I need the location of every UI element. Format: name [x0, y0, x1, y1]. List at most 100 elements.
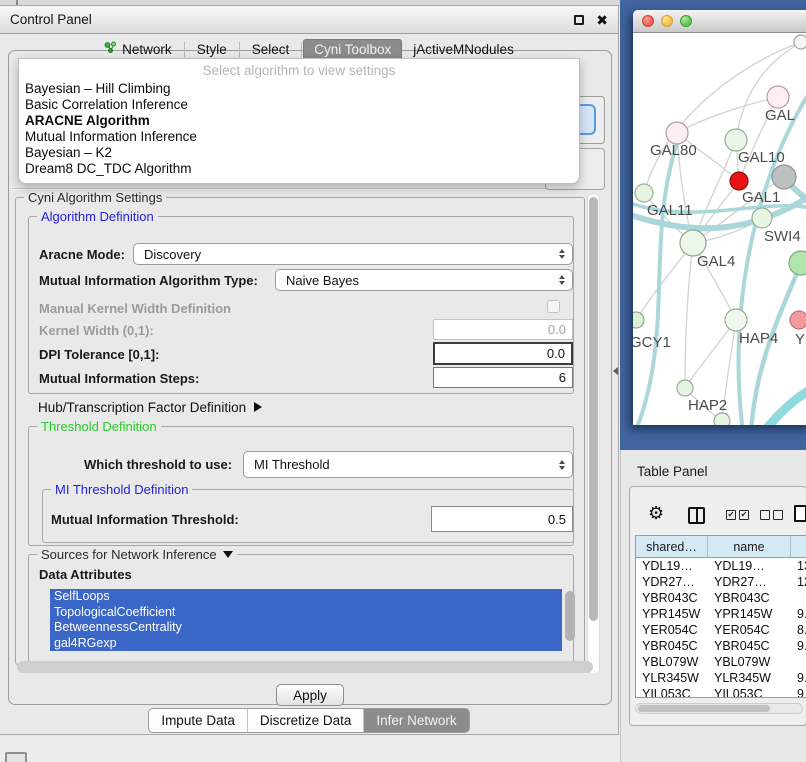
column-header[interactable]	[791, 536, 806, 557]
attribute-item[interactable]: SelfLoops	[50, 589, 562, 605]
sources-title[interactable]: Sources for Network Inference	[37, 547, 237, 562]
network-node-hap2[interactable]	[677, 380, 693, 396]
hub-definition-expander[interactable]: Hub/Transcription Factor Definition	[38, 400, 262, 415]
tab-network[interactable]: Network	[93, 38, 183, 60]
table-cell[interactable]: YLR345W	[636, 670, 708, 686]
table-cell[interactable]: 9.	[791, 638, 806, 654]
attribute-item[interactable]: BetweennessCentrality	[50, 620, 562, 636]
algorithm-option[interactable]: ARACNE Algorithm	[19, 113, 579, 129]
network-node-gal[interactable]	[767, 86, 789, 108]
which-threshold-select[interactable]: MI Threshold	[243, 451, 573, 478]
table-row[interactable]: YDR27…YDR27…12	[636, 574, 806, 590]
table-cell[interactable]: YBR043C	[708, 590, 791, 606]
algorithm-option[interactable]: Basic Correlation Inference	[19, 97, 579, 113]
zoom-traffic-light-icon[interactable]	[680, 15, 692, 27]
apply-button[interactable]: Apply	[276, 684, 344, 706]
table-cell[interactable]	[791, 654, 806, 670]
network-node-hap4[interactable]	[725, 309, 747, 331]
mi-type-select[interactable]: Naive Bayes	[275, 269, 573, 291]
close-traffic-light-icon[interactable]	[642, 15, 654, 27]
tab-select[interactable]: Select	[241, 39, 301, 60]
network-node-gal11[interactable]	[635, 184, 653, 202]
checked-checkbox-icon[interactable]: ✔	[726, 510, 736, 520]
network-node[interactable]	[794, 35, 806, 49]
network-node-y[interactable]	[790, 311, 806, 329]
document-icon[interactable]	[794, 505, 806, 522]
table-row[interactable]: YBL079WYBL079W	[636, 654, 806, 670]
unchecked-checkbox-icon[interactable]	[773, 510, 783, 520]
network-node-gal80[interactable]	[666, 122, 688, 144]
bottom-tab-discretize-data[interactable]: Discretize Data	[248, 709, 365, 732]
minimize-traffic-light-icon[interactable]	[661, 15, 673, 27]
table-cell[interactable]: YBL079W	[708, 654, 791, 670]
minimized-window-icon[interactable]	[5, 752, 27, 762]
network-node[interactable]	[772, 165, 796, 189]
network-node-swi4[interactable]	[752, 208, 772, 228]
table-row[interactable]: YDL19…YDL19…13	[636, 558, 806, 574]
table-cell[interactable]: YDR27…	[636, 574, 708, 590]
table-cell[interactable]: YLR345W	[708, 670, 791, 686]
panel-splitter-handle[interactable]	[613, 367, 618, 375]
algorithm-option[interactable]: Bayesian – K2	[19, 145, 579, 161]
table-row[interactable]: YER054CYER054C8.	[636, 622, 806, 638]
table-cell[interactable]: 13	[791, 558, 806, 574]
dpi-tolerance-field[interactable]: 0.0	[433, 342, 573, 365]
table-cell[interactable]: YBR043C	[636, 590, 708, 606]
table-cell[interactable]: YDL19…	[708, 558, 791, 574]
network-node[interactable]	[714, 413, 730, 425]
table-cell[interactable]: 12	[791, 574, 806, 590]
float-window-icon[interactable]	[574, 15, 584, 25]
table-cell[interactable]: 9.	[791, 606, 806, 622]
table-cell[interactable]: YDR27…	[708, 574, 791, 590]
close-icon[interactable]: ✖	[596, 13, 608, 27]
checked-checkbox-icon[interactable]: ✔	[739, 510, 749, 520]
column-header[interactable]: name	[708, 536, 791, 557]
table-cell[interactable]: YER054C	[708, 622, 791, 638]
network-node[interactable]	[789, 251, 806, 275]
algorithm-option[interactable]: Dream8 DC_TDC Algorithm	[19, 161, 579, 177]
table-row[interactable]: YPR145WYPR145W9.	[636, 606, 806, 622]
table-cell[interactable]: YPR145W	[636, 606, 708, 622]
algorithm-option[interactable]: Mutual Information Inference	[19, 129, 579, 145]
table-row[interactable]: YBR045CYBR045C9.	[636, 638, 806, 654]
table-row[interactable]: YIL053CYIL053C9	[636, 686, 806, 698]
bottom-tab-infer-network[interactable]: Infer Network	[364, 709, 468, 732]
table-cell[interactable]: YPR145W	[708, 606, 791, 622]
columns-icon[interactable]	[688, 507, 705, 524]
mi-steps-field[interactable]: 6	[433, 367, 573, 388]
vertical-scrollbar-thumb[interactable]	[589, 197, 598, 621]
network-node-gcy1[interactable]	[633, 312, 644, 328]
table-cell[interactable]: YBL079W	[636, 654, 708, 670]
mi-threshold-field[interactable]: 0.5	[431, 506, 573, 532]
table-horizontal-scrollbar[interactable]	[635, 703, 803, 714]
manual-kernel-checkbox[interactable]	[547, 300, 560, 313]
tab-cyni-toolbox[interactable]: Cyni Toolbox	[303, 39, 402, 60]
kernel-width-field[interactable]: 0.0	[433, 319, 573, 340]
table-cell[interactable]: YBR045C	[636, 638, 708, 654]
attribute-item[interactable]: TopologicalCoefficient	[50, 605, 562, 621]
table-cell[interactable]: YDL19…	[636, 558, 708, 574]
settings-horizontal-scrollbar[interactable]	[17, 661, 593, 673]
table-cell[interactable]: 8.	[791, 622, 806, 638]
tab-style[interactable]: Style	[186, 39, 238, 60]
bottom-tab-impute-data[interactable]: Impute Data	[149, 709, 248, 732]
list-scrollbar-thumb[interactable]	[565, 591, 575, 641]
column-header[interactable]: shared…	[636, 536, 708, 557]
table-row[interactable]: YBR043CYBR043C	[636, 590, 806, 606]
table-cell[interactable]: YIL053C	[708, 686, 791, 698]
table-cell[interactable]: 9.	[791, 670, 806, 686]
table-row[interactable]: YLR345WYLR345W9.	[636, 670, 806, 686]
network-canvas[interactable]: GALGAL80GAL10GAL1GAL11SWI4GAL4HAP4YGCY1H…	[633, 33, 806, 425]
table-cell[interactable]: 9	[791, 686, 806, 698]
network-node-gal1[interactable]	[730, 172, 748, 190]
table-scrollbar-thumb[interactable]	[638, 705, 770, 712]
table-cell[interactable]: YIL053C	[636, 686, 708, 698]
gear-icon[interactable]: ⚙	[648, 503, 664, 524]
algorithm-option[interactable]: Bayesian – Hill Climbing	[19, 81, 579, 97]
table-cell[interactable]: YER054C	[636, 622, 708, 638]
tab-jactivemnodules[interactable]: jActiveMNodules	[402, 39, 525, 60]
settings-vertical-scrollbar[interactable]	[587, 193, 600, 675]
data-attributes-list[interactable]: SelfLoopsTopologicalCoefficientBetweenne…	[50, 589, 562, 651]
aracne-mode-select[interactable]: Discovery	[133, 243, 573, 265]
table-cell[interactable]: YBR045C	[708, 638, 791, 654]
